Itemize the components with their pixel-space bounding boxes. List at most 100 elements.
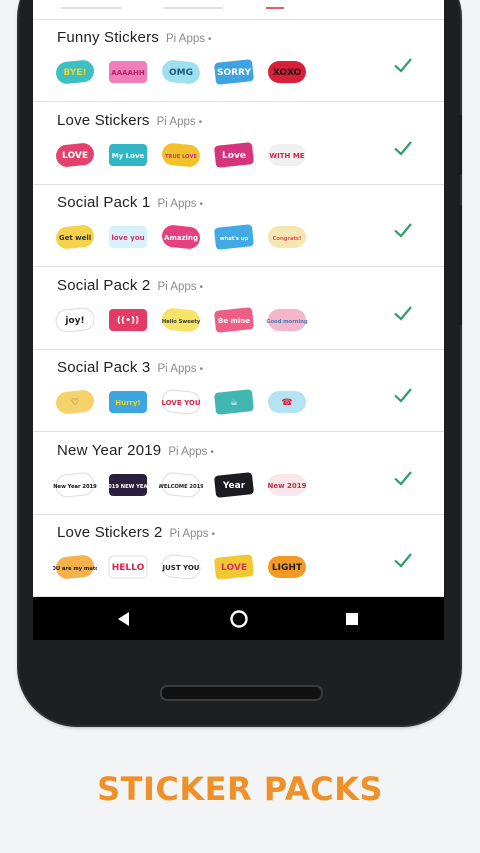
sticker-text: ☎ (281, 398, 292, 408)
sticker-thumbnail: Hello Sweety (162, 307, 201, 332)
sticker-thumbnail: ☕ (214, 389, 254, 415)
sticker-preview-strip: joy! ((•)) Hello Sweety Be mine Good morning (53, 304, 353, 340)
pack-name: Funny Stickers (57, 29, 159, 46)
nav-recents-button[interactable] (327, 597, 377, 640)
pack-publisher: Pi Apps (156, 115, 196, 128)
sticker-text: SORRY (217, 68, 252, 78)
sticker-text: My Love (112, 152, 145, 160)
sticker-thumbnail: YOU are my match (53, 555, 97, 579)
pack-header: Social Pack 1 Pi Apps • (57, 194, 203, 214)
nav-back-button[interactable] (99, 597, 149, 640)
pack-publisher: Pi Apps (166, 33, 205, 45)
sticker-preview-strip: New Year 2019 2019 NEW YEAR WELCOME 2019 Ye… (53, 469, 353, 505)
sticker-pack-row[interactable]: Funny Stickers Pi Apps • BYE! AAAAHH OMG SORRY… (33, 20, 444, 102)
pack-header: Love Stickers Pi Apps • (57, 112, 202, 132)
sticker-thumbnail: BYE! (56, 60, 94, 84)
sticker-thumbnail: Amazing (162, 225, 200, 249)
sticker-pack-row[interactable]: Social Pack 1 Pi Apps • Get well love you Ama… (33, 185, 444, 267)
sticker-thumbnail: New 2019 (268, 473, 307, 496)
sticker-thumbnail: WELCOME 2019 (159, 472, 203, 497)
added-check-icon[interactable] (392, 137, 414, 159)
sticker-thumbnail: OMG (162, 60, 200, 84)
sticker-thumbnail: what's up (214, 224, 254, 250)
back-icon (118, 611, 129, 626)
added-check-icon[interactable] (392, 467, 414, 489)
phone-power-button (458, 115, 462, 175)
sticker-thumbnail: AAAAHH (109, 61, 147, 83)
sticker-text: Love (222, 151, 246, 161)
sticker-text: what's up (220, 236, 249, 242)
sticker-pack-row[interactable]: Love Stickers 2 Pi Apps• YOU are my match H… (33, 515, 444, 597)
pack-publisher: Pi Apps (157, 280, 197, 293)
sticker-thumbnail: TRUE LOVE (162, 142, 200, 167)
home-icon (230, 609, 248, 628)
nav-home-button[interactable] (214, 597, 264, 640)
sticker-text: ((•)) (117, 316, 139, 326)
sticker-preview-strip: YOU are my match HELLO JUST YOU LOVE LIGHT (53, 551, 353, 587)
sticker-text: Good morning (266, 319, 308, 325)
pack-separator-dot: • (199, 199, 203, 210)
sticker-text: Get well (59, 234, 91, 242)
tab-mark (61, 7, 121, 9)
recents-icon (346, 612, 358, 625)
sticker-thumbnail: love you (109, 226, 147, 248)
sticker-thumbnail: JUST YOU (162, 554, 201, 580)
pack-header: Love Stickers 2 Pi Apps • (57, 524, 215, 544)
pack-separator-dot: • (208, 34, 212, 45)
sticker-text: BYE! (63, 68, 86, 78)
sticker-text: LOVE (62, 151, 88, 161)
sticker-thumbnail: XOXO (268, 61, 306, 83)
pack-name: Love Stickers (57, 111, 150, 129)
sticker-thumbnail: Year (214, 471, 254, 498)
added-check-icon[interactable] (392, 302, 414, 324)
sticker-thumbnail: Good morning (266, 308, 308, 331)
sticker-text: Congrats! (273, 236, 302, 242)
sticker-thumbnail: ♡ (56, 390, 94, 414)
sticker-thumbnail: New Year 2019 (53, 472, 97, 497)
sticker-preview-strip: LOVE My Love TRUE LOVE Love WITH ME (53, 139, 353, 175)
added-check-icon[interactable] (392, 219, 414, 241)
pack-publisher: Pi Apps (157, 198, 197, 210)
sticker-thumbnail: Get well (56, 225, 94, 249)
sticker-thumbnail: ((•)) (109, 308, 147, 331)
sticker-text: YOU are my match (53, 566, 97, 572)
pack-publisher: Pi Apps (168, 445, 208, 458)
pack-separator-dot: • (211, 529, 216, 540)
added-check-icon[interactable] (392, 549, 414, 571)
sticker-pack-row[interactable]: Love Stickers Pi Apps • LOVE My Love TRUE LOV… (33, 102, 444, 185)
sticker-thumbnail: Be mine (214, 306, 254, 333)
sticker-pack-row[interactable]: New Year 2019 Pi Apps • New Year 2019 2019 N… (33, 432, 444, 515)
sticker-text: LOVE YOU (161, 399, 200, 407)
pack-separator-dot: • (210, 446, 214, 458)
sticker-thumbnail: 2019 NEW YEAR (106, 473, 150, 496)
sticker-text: XOXO (273, 68, 302, 78)
added-check-icon[interactable] (392, 54, 414, 76)
sticker-thumbnail: Hurry! (109, 391, 147, 413)
sticker-text: joy! (64, 316, 84, 326)
sticker-text: OMG (169, 68, 193, 78)
pack-header: New Year 2019 Pi Apps • (57, 442, 214, 462)
sticker-text: LIGHT (272, 563, 303, 573)
sticker-thumbnail: LOVE YOU (161, 389, 201, 415)
sticker-text: Year (222, 481, 246, 491)
tab-active-indicator (266, 7, 284, 9)
tab-mark (163, 7, 223, 9)
sticker-preview-strip: ♡ Hurry! LOVE YOU ☕ ☎ (53, 386, 353, 422)
sticker-thumbnail: HELLO (108, 555, 148, 579)
pack-header: Social Pack 3 Pi Apps • (57, 359, 203, 379)
sticker-pack-row[interactable]: Social Pack 3 Pi Apps • ♡ Hurry! LOVE YOU ☕ ☎ (33, 350, 444, 432)
sticker-text: HELLO (112, 563, 145, 573)
sticker-text: ♡ (71, 398, 79, 408)
sticker-thumbnail: joy! (55, 307, 95, 332)
pack-publisher: Pi Apps (157, 363, 197, 375)
added-check-icon[interactable] (392, 384, 414, 406)
tab-strip (33, 0, 444, 20)
pack-header: Funny Stickers Pi Apps • (57, 29, 212, 49)
pack-separator-dot: • (199, 281, 203, 293)
sticker-text: Hello Sweety (162, 319, 201, 325)
sticker-thumbnail: SORRY (214, 59, 254, 85)
phone-volume-button (458, 205, 462, 325)
sticker-pack-row[interactable]: Social Pack 2 Pi Apps • joy! ((•)) Hello Swee… (33, 267, 444, 350)
sticker-thumbnail: Love (214, 141, 254, 168)
sticker-thumbnail: LOVE (214, 554, 254, 580)
